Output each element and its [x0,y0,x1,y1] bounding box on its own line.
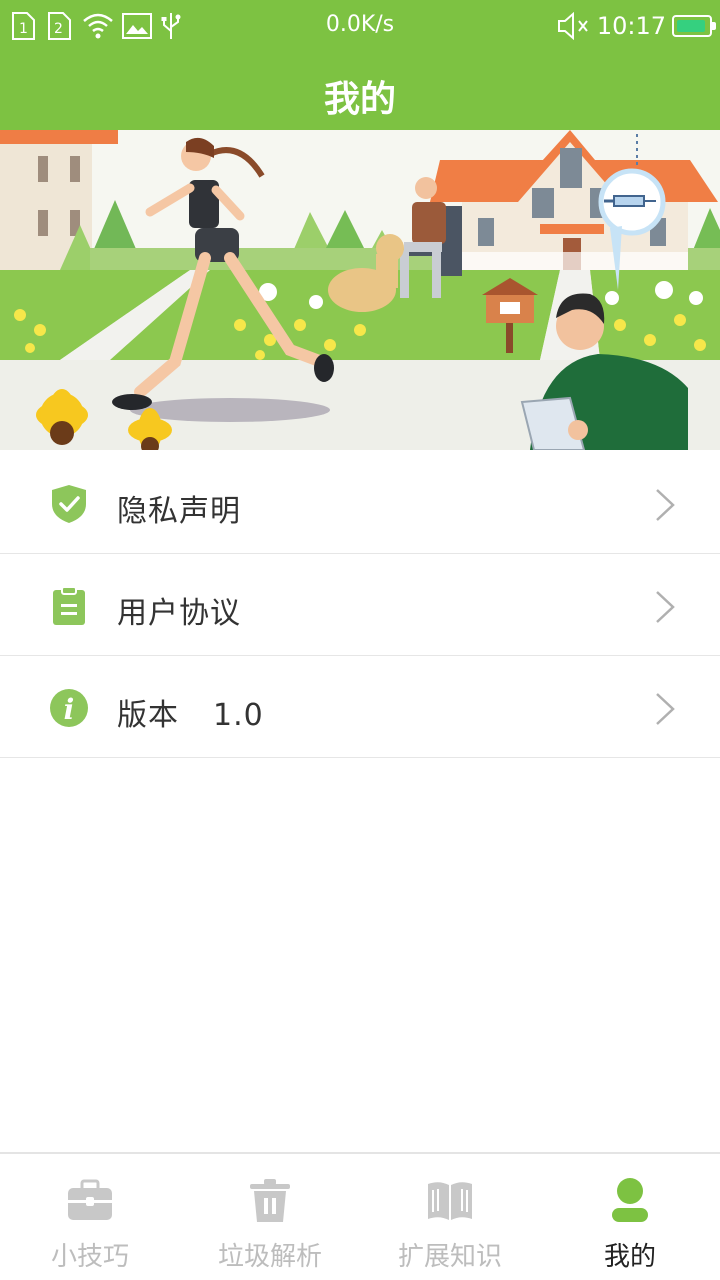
mute-icon [557,12,588,40]
menu-item-privacy-label: 隐私声明 [117,494,241,529]
tab-extended-knowledge[interactable]: 扩展知识 [360,1154,540,1280]
status-right: 10:17 [557,10,716,42]
banner-illustration [0,130,720,450]
chevron-right-icon [656,693,675,725]
banner-image [0,130,720,450]
tab-mine-label: 我的 [603,1242,656,1272]
version-number: 1.0 [213,698,264,733]
chevron-right-icon [656,591,675,623]
version-title: 版本 [117,698,179,733]
status-bar: 1 2 0.0K/s 10:17 [0,0,720,52]
menu-item-version[interactable]: i 版本 1.0 [0,656,720,758]
tab-garbage-analysis-label: 垃圾解析 [217,1242,322,1272]
bottom-navigation: 小技巧 垃圾解析 扩展知识 我的 [0,1152,720,1280]
tab-tips[interactable]: 小技巧 [0,1154,180,1280]
tab-tips-label: 小技巧 [50,1242,129,1272]
page-title: 我的 [323,79,396,120]
title-bar: 我的 [0,52,720,130]
tab-extended-knowledge-label: 扩展知识 [397,1242,502,1272]
info-icon: i [50,689,88,727]
toolbox-icon [68,1179,112,1220]
chevron-right-icon [656,489,675,521]
tab-garbage-analysis[interactable]: 垃圾解析 [180,1154,360,1280]
menu-item-version-label: 版本 1.0 [117,690,264,734]
settings-menu: 隐私声明 用户协议 i 版本 1.0 [0,452,720,758]
menu-item-user-agreement[interactable]: 用户协议 [0,554,720,656]
battery-icon [672,15,716,37]
clock: 10:17 [596,12,666,40]
menu-item-privacy[interactable]: 隐私声明 [0,452,720,554]
menu-item-user-agreement-label: 用户协议 [117,596,241,631]
svg-text:i: i [64,693,75,726]
tab-mine[interactable]: 我的 [540,1154,720,1280]
clipboard-icon [53,586,85,625]
book-icon [428,1182,472,1220]
trash-icon [250,1179,290,1222]
shield-check-icon [52,485,86,523]
user-icon [612,1178,648,1222]
